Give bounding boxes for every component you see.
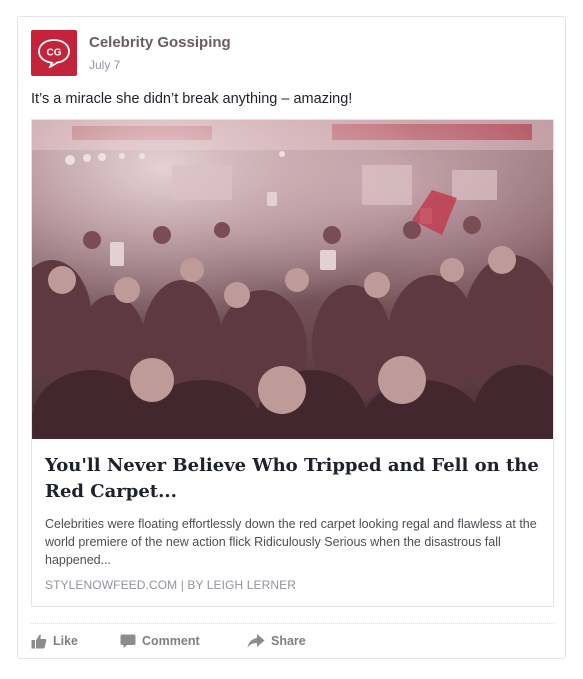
- comment-icon: [120, 634, 136, 648]
- speech-bubble-logo-icon: CG: [38, 39, 70, 68]
- page-avatar[interactable]: CG: [31, 30, 77, 76]
- crowd-photo-image: [32, 120, 553, 439]
- post-timestamp[interactable]: July 7: [89, 58, 120, 72]
- post-actions-bar: Like Comment Share: [31, 629, 551, 655]
- post-status-text: It’s a miracle she didn’t break anything…: [31, 91, 353, 107]
- like-button[interactable]: Like: [31, 629, 78, 653]
- thumbs-up-icon: [31, 634, 47, 649]
- share-button[interactable]: Share: [247, 629, 306, 653]
- link-title[interactable]: You'll Never Believe Who Tripped and Fel…: [45, 453, 543, 505]
- share-label: Share: [271, 634, 306, 648]
- link-preview[interactable]: You'll Never Believe Who Tripped and Fel…: [31, 119, 554, 607]
- like-label: Like: [53, 634, 79, 648]
- post-card: CG Celebrity Gossiping July 7 It’s a mir…: [17, 16, 566, 659]
- share-arrow-icon: [247, 634, 265, 648]
- actions-divider: [31, 623, 554, 624]
- link-description: Celebrities were floating effortlessly d…: [45, 517, 537, 567]
- post-header: CG Celebrity Gossiping July 7: [31, 30, 531, 78]
- comment-button[interactable]: Comment: [120, 629, 200, 653]
- logo-text: CG: [47, 48, 62, 59]
- link-source: STYLENOWFEED.COM | BY LEIGH LERNER: [45, 578, 297, 592]
- comment-label: Comment: [142, 634, 200, 648]
- crowd-photo[interactable]: [32, 120, 553, 439]
- link-body: You'll Never Believe Who Tripped and Fel…: [45, 453, 543, 569]
- page-name-link[interactable]: Celebrity Gossiping: [89, 34, 231, 51]
